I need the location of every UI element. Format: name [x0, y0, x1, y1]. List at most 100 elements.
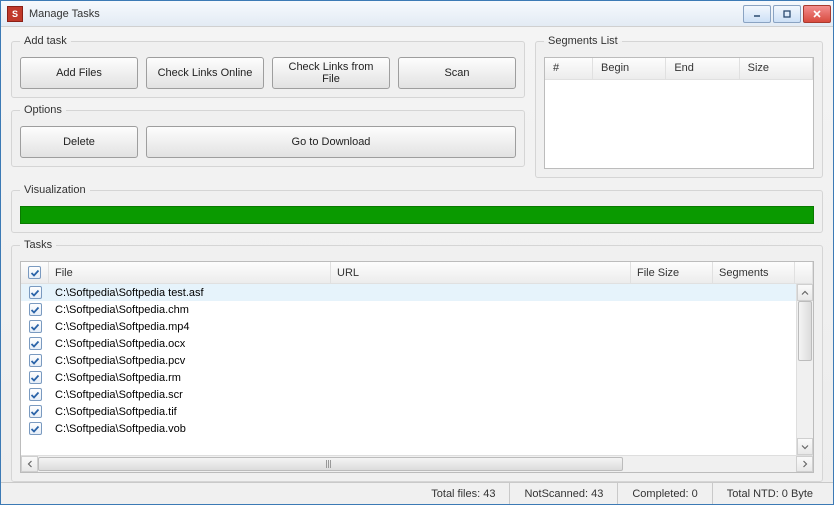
table-row[interactable]: C:\Softpedia\Softpedia.tif [21, 403, 813, 420]
chevron-left-icon [26, 460, 34, 468]
row-checkbox[interactable] [29, 354, 42, 367]
row-checkbox[interactable] [29, 286, 42, 299]
row-checkbox[interactable] [29, 303, 42, 316]
visualization-bar [20, 206, 814, 224]
maximize-button[interactable] [773, 5, 801, 23]
main-window: S Manage Tasks Add task Add Files Check … [0, 0, 834, 505]
scroll-track-h[interactable] [38, 456, 796, 472]
row-url-cell [331, 377, 649, 379]
row-checkbox[interactable] [29, 422, 42, 435]
tasks-col-file[interactable]: File [49, 262, 331, 283]
tasks-col-segments[interactable]: Segments [713, 262, 795, 283]
table-row[interactable]: C:\Softpedia\Softpedia.rm [21, 369, 813, 386]
scroll-left-button[interactable] [21, 456, 38, 472]
row-size-cell [649, 326, 731, 328]
row-file-cell: C:\Softpedia\Softpedia.chm [49, 303, 331, 317]
titlebar[interactable]: S Manage Tasks [1, 1, 833, 27]
row-size-cell [649, 394, 731, 396]
check-icon [30, 322, 40, 332]
tasks-legend: Tasks [20, 239, 56, 251]
select-all-checkbox[interactable] [28, 266, 41, 279]
row-checkbox[interactable] [29, 320, 42, 333]
tasks-col-filesize[interactable]: File Size [631, 262, 713, 283]
tasks-header: File URL File Size Segments [21, 262, 813, 284]
check-links-file-button[interactable]: Check Links from File [272, 57, 390, 89]
row-checkbox[interactable] [29, 371, 42, 384]
check-icon [30, 390, 40, 400]
horizontal-scrollbar[interactable] [21, 455, 813, 472]
scroll-thumb-v[interactable] [798, 301, 812, 361]
visualization-legend: Visualization [20, 184, 90, 196]
row-size-cell [649, 411, 731, 413]
go-download-button[interactable]: Go to Download [146, 126, 516, 158]
scroll-track-v[interactable] [797, 301, 813, 438]
table-row[interactable]: C:\Softpedia\Softpedia.chm [21, 301, 813, 318]
scroll-up-button[interactable] [797, 284, 813, 301]
chevron-right-icon [801, 460, 809, 468]
row-file-cell: C:\Softpedia\Softpedia.vob [49, 422, 331, 436]
scroll-thumb-h[interactable] [38, 457, 623, 471]
row-checkbox[interactable] [29, 337, 42, 350]
check-icon [30, 339, 40, 349]
segments-col-num[interactable]: # [545, 58, 593, 79]
top-row: Add task Add Files Check Links Online Ch… [11, 35, 823, 178]
table-row[interactable]: C:\Softpedia\Softpedia.ocx [21, 335, 813, 352]
vertical-scrollbar[interactable] [796, 284, 813, 455]
table-row[interactable]: C:\Softpedia\Softpedia.mp4 [21, 318, 813, 335]
status-bar: Total files: 43 NotScanned: 43 Completed… [1, 482, 833, 504]
status-total-ntd: Total NTD: 0 Byte [712, 483, 827, 504]
table-row[interactable]: C:\Softpedia\Softpedia.scr [21, 386, 813, 403]
segments-col-end[interactable]: End [666, 58, 739, 79]
row-url-cell [331, 292, 649, 294]
maximize-icon [782, 9, 792, 19]
add-task-group: Add task Add Files Check Links Online Ch… [11, 35, 525, 98]
row-url-cell [331, 343, 649, 345]
minimize-button[interactable] [743, 5, 771, 23]
segments-col-size[interactable]: Size [740, 58, 813, 79]
check-icon [30, 424, 40, 434]
close-icon [812, 9, 822, 19]
add-task-legend: Add task [20, 35, 71, 47]
close-button[interactable] [803, 5, 831, 23]
row-size-cell [649, 343, 731, 345]
delete-button[interactable]: Delete [20, 126, 138, 158]
table-row[interactable]: C:\Softpedia\Softpedia.pcv [21, 352, 813, 369]
row-url-cell [331, 326, 649, 328]
left-column: Add task Add Files Check Links Online Ch… [11, 35, 525, 178]
row-size-cell [649, 292, 731, 294]
segments-col-begin[interactable]: Begin [593, 58, 666, 79]
options-legend: Options [20, 104, 66, 116]
visualization-group: Visualization [11, 184, 823, 233]
window-title: Manage Tasks [29, 8, 743, 20]
options-group: Options Delete Go to Download [11, 104, 525, 167]
scan-button[interactable]: Scan [398, 57, 516, 89]
tasks-body: C:\Softpedia\Softpedia test.asf C:\Softpe… [21, 284, 813, 455]
check-icon [30, 288, 40, 298]
app-icon: S [7, 6, 23, 22]
window-controls [743, 5, 831, 23]
table-row[interactable]: C:\Softpedia\Softpedia.vob [21, 420, 813, 437]
check-icon [30, 305, 40, 315]
row-file-cell: C:\Softpedia\Softpedia.rm [49, 371, 331, 385]
check-links-online-button[interactable]: Check Links Online [146, 57, 264, 89]
status-completed: Completed: 0 [617, 483, 711, 504]
check-icon [30, 407, 40, 417]
row-size-cell [649, 377, 731, 379]
check-icon [30, 373, 40, 383]
segments-header: # Begin End Size [545, 58, 813, 80]
add-files-button[interactable]: Add Files [20, 57, 138, 89]
row-checkbox[interactable] [29, 405, 42, 418]
scroll-right-button[interactable] [796, 456, 813, 472]
row-url-cell [331, 309, 649, 311]
row-url-cell [331, 428, 649, 430]
row-size-cell [649, 360, 731, 362]
tasks-col-checkbox[interactable] [21, 262, 49, 283]
tasks-col-url[interactable]: URL [331, 262, 631, 283]
status-total-files: Total files: 43 [417, 483, 509, 504]
tasks-table[interactable]: File URL File Size Segments C:\Softpedia… [20, 261, 814, 473]
table-row[interactable]: C:\Softpedia\Softpedia test.asf [21, 284, 813, 301]
scroll-down-button[interactable] [797, 438, 813, 455]
segments-table[interactable]: # Begin End Size [544, 57, 814, 169]
row-checkbox[interactable] [29, 388, 42, 401]
minimize-icon [752, 9, 762, 19]
